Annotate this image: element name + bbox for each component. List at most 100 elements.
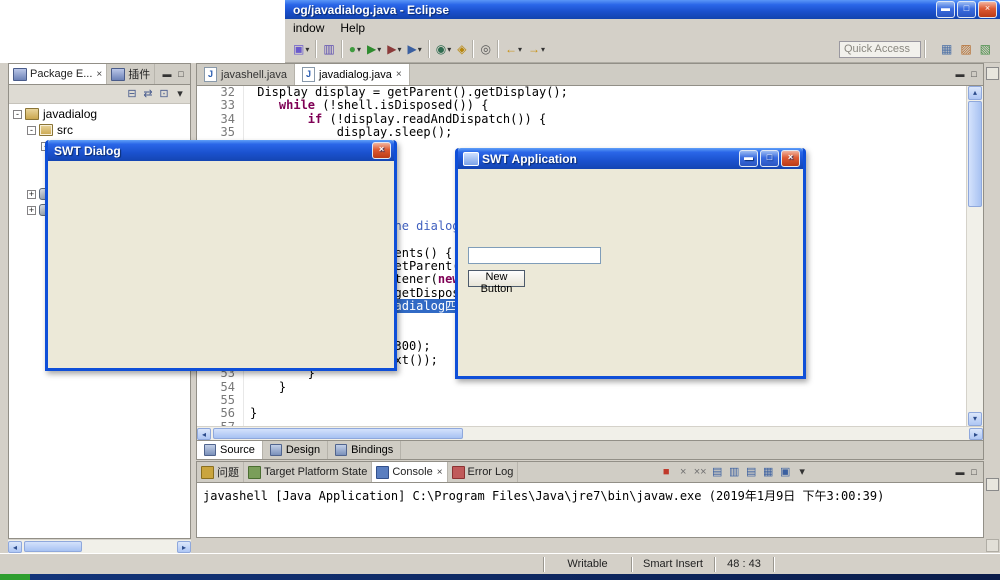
resize-grip[interactable] (986, 539, 999, 552)
word-wrap-button[interactable]: ▤ (744, 465, 759, 479)
swt-application-close-icon[interactable]: × (781, 150, 800, 167)
window-titlebar[interactable]: og/javadialog.java - Eclipse ▬ □ × (285, 0, 1000, 19)
editor-horizontal-scrollbar[interactable]: ◂ ▸ (197, 426, 983, 440)
maximize-view-icon[interactable]: □ (174, 68, 188, 81)
view-controls: ▬ □ (160, 64, 190, 84)
swt-application-maximize-icon[interactable]: □ (760, 150, 779, 167)
problems-icon (201, 466, 214, 479)
editor-page-tabs: Source Design Bindings (197, 440, 983, 459)
swt-dialog-close-icon[interactable]: × (372, 142, 391, 159)
remove-all-launches-button[interactable]: ×× (693, 465, 708, 479)
tab-label: Error Log (468, 466, 514, 478)
tab-plugins[interactable]: 插件 (107, 64, 155, 84)
window-restore-icon[interactable]: □ (957, 1, 976, 18)
scroll-right-icon[interactable]: ▸ (969, 428, 983, 440)
tree-item[interactable]: -javadialog (9, 106, 190, 122)
scroll-left-icon[interactable]: ◂ (8, 541, 22, 553)
java-perspective-button[interactable]: ▨ (958, 39, 973, 59)
minimize-view-icon[interactable]: ▬ (160, 68, 174, 81)
new-button[interactable]: New Button (468, 270, 525, 287)
coverage-button[interactable]: ▶▾ (385, 39, 403, 59)
minimize-view-icon[interactable]: ▬ (953, 466, 967, 479)
run-button[interactable]: ▶▾ (365, 39, 383, 59)
tree-expander-icon[interactable]: + (27, 190, 36, 199)
clear-console-button[interactable]: ▤ (710, 465, 725, 479)
scroll-up-icon[interactable]: ▴ (968, 86, 982, 100)
minimize-view-icon[interactable]: ▬ (953, 68, 967, 81)
menu-help[interactable]: Help (332, 20, 373, 36)
new-java-class-button[interactable]: ◉▾ (434, 39, 454, 59)
save-button[interactable]: ▥ (321, 39, 336, 59)
java-perspective-icon: ▨ (960, 42, 971, 56)
filters-button[interactable]: ⊡ (156, 87, 172, 102)
console-view-controls: ▬ □ (953, 462, 983, 482)
maximize-view-icon[interactable]: □ (967, 68, 981, 81)
fast-view-icon[interactable] (986, 478, 999, 491)
debug-perspective-button[interactable]: ▧ (978, 39, 993, 59)
window-close-icon[interactable]: × (978, 1, 997, 18)
tab-javadialog-java[interactable]: J javadialog.java × (295, 64, 410, 85)
swt-dialog-titlebar[interactable]: SWT Dialog × (48, 140, 394, 161)
save-icon: ▥ (323, 42, 334, 56)
tab-source[interactable]: Source (197, 441, 263, 459)
swt-dialog-body (48, 161, 394, 368)
tab-javashell-java[interactable]: J javashell.java (197, 64, 295, 85)
terminate-button[interactable]: ■ (659, 465, 674, 479)
tab-error-log[interactable]: Error Log (448, 462, 519, 482)
scroll-lock-button[interactable]: ▥ (727, 465, 742, 479)
scrollbar-thumb[interactable] (968, 101, 982, 207)
open-console-button[interactable]: ▾ (795, 465, 810, 479)
quick-access-box[interactable]: Quick Access (839, 41, 921, 58)
tab-label: Console (392, 466, 432, 478)
tree-expander-icon[interactable]: - (13, 110, 22, 119)
package-explorer-hscrollbar[interactable]: ◂ ▸ (8, 539, 191, 553)
pin-console-button[interactable]: ▦ (761, 465, 776, 479)
tree-item[interactable]: -src (9, 122, 190, 138)
code-line: 56} (197, 407, 966, 420)
console-icon (376, 466, 389, 479)
view-menu-button[interactable]: ▾ (172, 87, 188, 102)
maximize-view-icon[interactable]: □ (967, 466, 981, 479)
debug-button[interactable]: ●▾ (347, 39, 363, 59)
remove-launch-button[interactable]: × (676, 465, 691, 479)
new-wizard-button[interactable]: ▣▾ (291, 39, 311, 59)
tree-expander-icon[interactable]: + (27, 206, 36, 215)
external-tools-button[interactable]: ▶▾ (405, 39, 423, 59)
close-tab-icon[interactable]: × (396, 69, 402, 80)
tab-console[interactable]: Console × (372, 462, 447, 482)
scroll-down-icon[interactable]: ▾ (968, 412, 982, 426)
collapse-all-button[interactable]: ⊟ (124, 87, 140, 102)
scroll-right-icon[interactable]: ▸ (177, 541, 191, 553)
fast-view-icon[interactable] (986, 67, 999, 80)
search-button[interactable]: ◎ (478, 39, 492, 59)
tab-label: Package E... (30, 68, 92, 80)
open-type-button[interactable]: ◈ (455, 39, 468, 59)
close-tab-icon[interactable]: × (437, 467, 443, 478)
tab-bindings[interactable]: Bindings (328, 441, 401, 459)
console-output[interactable]: javashell [Java Application] C:\Program … (197, 483, 983, 537)
swt-application-minimize-icon[interactable]: ▬ (739, 150, 758, 167)
line-number: 33 (197, 99, 244, 112)
tab-package-explorer[interactable]: Package E... × (9, 64, 107, 84)
toolbar-separator (924, 40, 926, 58)
swt-application-titlebar[interactable]: SWT Application ▬ □ × (458, 148, 803, 169)
scrollbar-thumb[interactable] (24, 541, 82, 552)
editor-vertical-scrollbar[interactable]: ▴ ▾ (966, 86, 983, 426)
tab-target-platform-state[interactable]: Target Platform State (244, 462, 372, 482)
scroll-left-icon[interactable]: ◂ (197, 428, 211, 440)
tree-expander-icon[interactable]: - (27, 126, 36, 135)
forward-button[interactable]: →▾ (526, 39, 547, 59)
tab-design[interactable]: Design (263, 441, 328, 459)
link-with-editor-button[interactable]: ⇄ (140, 87, 156, 102)
scrollbar-thumb[interactable] (213, 428, 463, 439)
display-selected-console-button[interactable]: ▣ (778, 465, 793, 479)
menu-window[interactable]: indow (285, 20, 332, 36)
close-tab-icon[interactable]: × (96, 69, 102, 80)
tab-problems[interactable]: 问题 (197, 462, 244, 482)
swt-app-text-input[interactable] (468, 247, 601, 264)
open-perspective-icon: ▦ (941, 42, 952, 56)
window-minimize-icon[interactable]: ▬ (936, 1, 955, 18)
open-perspective-button[interactable]: ▦ (939, 39, 954, 59)
back-button[interactable]: ←▾ (503, 39, 524, 59)
start-button[interactable] (0, 574, 30, 580)
